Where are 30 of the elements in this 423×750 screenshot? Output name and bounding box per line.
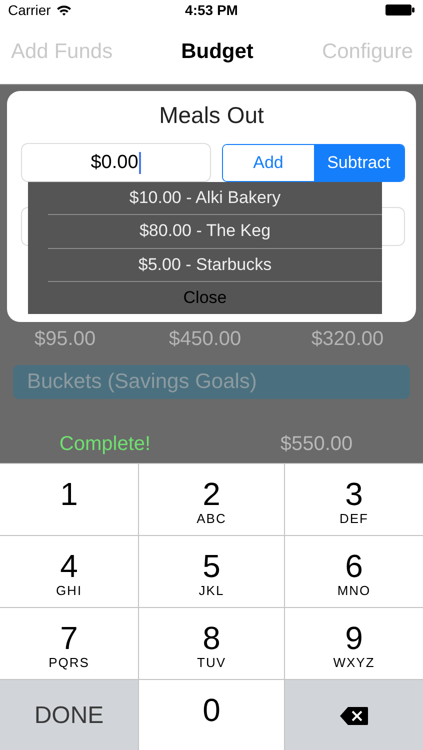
- suggestion-item[interactable]: $10.00 - Alki Bakery: [48, 182, 382, 216]
- number-key[interactable]: 2 ABC: [139, 464, 284, 535]
- amount-field[interactable]: $0.00: [21, 143, 211, 182]
- number-key[interactable]: 1: [0, 464, 138, 535]
- number-key[interactable]: 7 PQRS: [0, 608, 138, 679]
- backspace-icon: [339, 706, 369, 726]
- number-key[interactable]: 6 MNO: [285, 536, 423, 607]
- budget-amount: $320.00: [311, 328, 384, 351]
- suggestion-item[interactable]: $5.00 - Starbucks: [48, 248, 382, 282]
- number-key[interactable]: 5 JKL: [139, 536, 284, 607]
- delete-key[interactable]: [285, 680, 423, 750]
- number-key[interactable]: 0: [139, 680, 284, 750]
- budget-amount: $450.00: [168, 328, 242, 351]
- budget-amount: $95.00: [34, 328, 96, 351]
- section-header: Buckets (Savings Goals): [13, 365, 410, 399]
- screen-title: Budget: [181, 40, 254, 64]
- bucket-status: Complete!: [59, 433, 151, 456]
- clock-time: 4:53 PM: [185, 2, 238, 18]
- number-key[interactable]: 4 GHI: [0, 536, 138, 607]
- bucket-amount: $550.00: [280, 433, 353, 456]
- number-key[interactable]: 9 WXYZ: [285, 608, 423, 679]
- suggestion-item[interactable]: $80.00 - The Keg: [48, 215, 382, 248]
- number-key[interactable]: 3 DEF: [285, 464, 423, 535]
- wifi-icon: [56, 4, 72, 16]
- done-key[interactable]: DONE: [0, 680, 138, 750]
- segment-button[interactable]: Subtract: [314, 145, 404, 181]
- carrier-label: Carrier: [8, 2, 51, 18]
- number-key[interactable]: 8 TUV: [139, 608, 284, 679]
- battery-icon: [385, 4, 415, 16]
- dialog-title: Meals Out: [159, 102, 264, 129]
